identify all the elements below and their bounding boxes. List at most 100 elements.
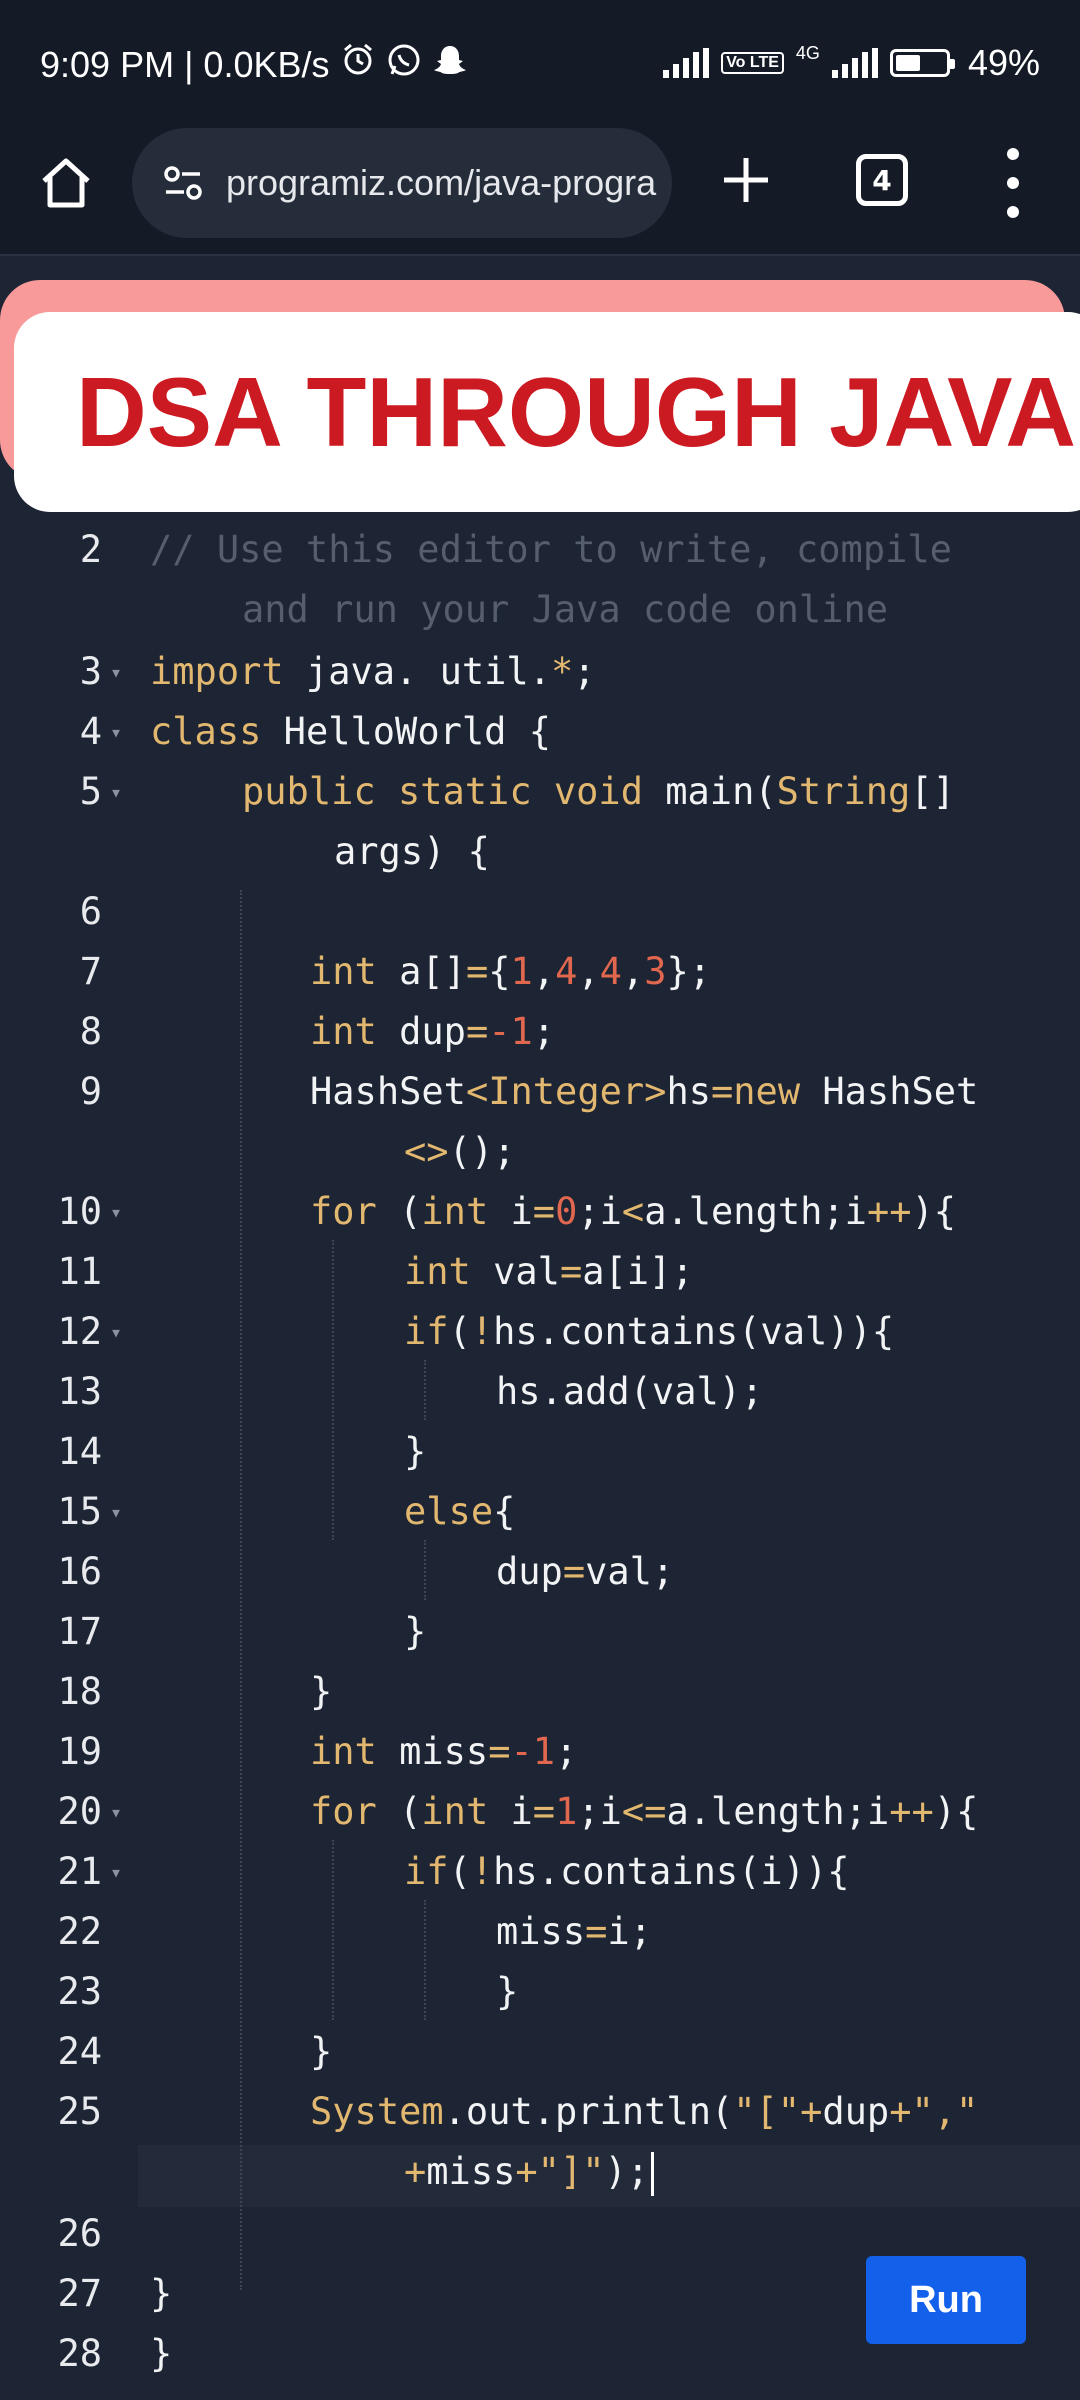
code-line-wrap[interactable]: <>(); <box>0 1122 1080 1182</box>
code-line[interactable]: 15 ▾ else{ <box>0 1482 1080 1542</box>
whatsapp-icon <box>386 42 422 87</box>
code-text: } <box>150 2272 173 2315</box>
fold-arrow-icon[interactable]: ▾ <box>110 702 122 762</box>
code-line[interactable]: 22 miss=i; <box>0 1902 1080 1962</box>
banner-title: DSA THROUGH JAVA <box>76 356 1077 467</box>
code-line[interactable]: 19 int miss=-1; <box>0 1722 1080 1782</box>
line-number: 23 <box>57 1970 102 2013</box>
fold-arrow-icon[interactable]: ▾ <box>110 1842 122 1902</box>
code-text: hs.add(val); <box>496 1370 764 1413</box>
code-line[interactable]: 5 ▾ public static void main(String[] <box>0 762 1080 822</box>
code-line[interactable]: 13 hs.add(val); <box>0 1362 1080 1422</box>
code-line[interactable]: 8 int dup=-1; <box>0 1002 1080 1062</box>
code-text: import java. util.*; <box>150 650 596 693</box>
code-line-wrap[interactable]: and run your Java code online <box>0 580 1080 640</box>
run-button[interactable]: Run <box>866 2256 1026 2344</box>
code-line-wrap[interactable]: +miss+"]"); <box>0 2142 1080 2202</box>
plus-icon <box>724 158 768 202</box>
fold-arrow-icon[interactable]: ▾ <box>110 1302 122 1362</box>
code-line[interactable]: 2 // Use this editor to write, compile <box>0 520 1080 580</box>
code-line[interactable]: 18 } <box>0 1662 1080 1722</box>
fold-arrow-icon[interactable]: ▾ <box>110 1182 122 1242</box>
line-number: 6 <box>79 890 102 933</box>
code-line[interactable]: 6 <box>0 882 1080 942</box>
status-bar: 9:09 PM | 0.0KB/s Vo LTE 4G 49% <box>0 0 1080 128</box>
status-time: 9:09 PM | 0.0KB/s <box>40 43 330 85</box>
code-line[interactable]: 17 } <box>0 1602 1080 1662</box>
code-line[interactable]: 9 HashSet<Integer>hs=new HashSet <box>0 1062 1080 1122</box>
code-line[interactable]: 3 ▾ import java. util.*; <box>0 642 1080 702</box>
line-number: 21 <box>57 1850 102 1893</box>
code-text: int a[]={1,4,4,3}; <box>310 950 712 993</box>
new-tab-button[interactable] <box>716 150 776 210</box>
code-text: public static void main(String[] <box>242 770 955 813</box>
battery-level: 49% <box>967 42 1040 83</box>
code-text: } <box>496 1970 519 2013</box>
snapchat-icon <box>432 42 468 87</box>
line-number: 9 <box>79 1070 102 1113</box>
code-text: } <box>150 2332 173 2375</box>
code-text: class HelloWorld { <box>150 710 551 753</box>
status-right: Vo LTE 4G 49% <box>663 42 1040 84</box>
signal-icon <box>663 48 710 78</box>
line-number: 25 <box>57 2090 102 2133</box>
line-number: 14 <box>57 1430 102 1473</box>
code-line[interactable]: 21 ▾ if(!hs.contains(i)){ <box>0 1842 1080 1902</box>
fold-arrow-icon[interactable]: ▾ <box>110 1782 122 1842</box>
code-text: and run your Java code online <box>242 588 889 631</box>
browser-toolbar: programiz.com/java-progra 4 <box>0 128 1080 256</box>
code-text: <>(); <box>404 1130 516 1173</box>
code-line[interactable]: 16 dup=val; <box>0 1542 1080 1602</box>
code-editor[interactable]: 2 // Use this editor to write, compile a… <box>0 520 1080 2400</box>
line-number: 15 <box>57 1490 102 1533</box>
tab-count: 4 <box>872 163 892 197</box>
line-number: 8 <box>79 1010 102 1053</box>
code-text: } <box>404 1610 427 1653</box>
code-text: args) { <box>334 830 490 873</box>
code-line[interactable]: 4 ▾ class HelloWorld { <box>0 702 1080 762</box>
code-text: for (int i=0;i<a.length;i++){ <box>310 1190 957 1233</box>
fold-arrow-icon[interactable]: ▾ <box>110 762 122 822</box>
code-line[interactable]: 20 ▾ for (int i=1;i<=a.length;i++){ <box>0 1782 1080 1842</box>
code-text: } <box>310 1670 333 1713</box>
line-number: 5 <box>79 770 102 813</box>
battery-icon <box>889 49 955 77</box>
fold-arrow-icon[interactable]: ▾ <box>110 642 122 702</box>
line-number: 19 <box>57 1730 102 1773</box>
line-number: 27 <box>57 2272 102 2315</box>
line-number: 22 <box>57 1910 102 1953</box>
code-line[interactable]: 7 int a[]={1,4,4,3}; <box>0 942 1080 1002</box>
home-icon <box>42 158 90 208</box>
line-number: 16 <box>57 1550 102 1593</box>
fold-arrow-icon[interactable]: ▾ <box>110 1482 122 1542</box>
code-text: System.out.println("["+dup+"," <box>310 2090 979 2133</box>
line-number: 20 <box>57 1790 102 1833</box>
code-line[interactable]: 26 <box>0 2204 1080 2264</box>
code-text: dup=val; <box>496 1550 675 1593</box>
network-type: 4G <box>795 42 820 63</box>
address-bar[interactable]: programiz.com/java-progra <box>132 128 672 238</box>
code-line[interactable]: 10 ▾ for (int i=0;i<a.length;i++){ <box>0 1182 1080 1242</box>
code-text: int dup=-1; <box>310 1010 556 1053</box>
line-number: 2 <box>79 528 102 571</box>
alarm-icon <box>340 42 376 87</box>
code-text: miss=i; <box>496 1910 652 1953</box>
menu-dot <box>1007 148 1019 160</box>
line-number: 28 <box>57 2332 102 2375</box>
home-button[interactable] <box>36 153 96 213</box>
code-line[interactable]: 12 ▾ if(!hs.contains(val)){ <box>0 1302 1080 1362</box>
line-number: 26 <box>57 2212 102 2255</box>
code-line[interactable]: 25 System.out.println("["+dup+"," <box>0 2082 1080 2142</box>
code-line[interactable]: 23 } <box>0 1962 1080 2022</box>
code-line[interactable]: 24 } <box>0 2022 1080 2082</box>
code-line[interactable]: 14 } <box>0 1422 1080 1482</box>
code-line[interactable]: 11 int val=a[i]; <box>0 1242 1080 1302</box>
code-line-wrap[interactable]: args) { <box>0 822 1080 882</box>
more-menu-button[interactable] <box>998 148 1028 218</box>
code-text: else{ <box>404 1490 516 1533</box>
site-settings-icon[interactable] <box>162 162 204 204</box>
code-text: HashSet<Integer>hs=new HashSet <box>310 1070 979 1113</box>
menu-dot <box>1007 177 1019 189</box>
tab-switcher-button[interactable]: 4 <box>856 154 908 206</box>
url-text: programiz.com/java-progra <box>226 162 657 203</box>
